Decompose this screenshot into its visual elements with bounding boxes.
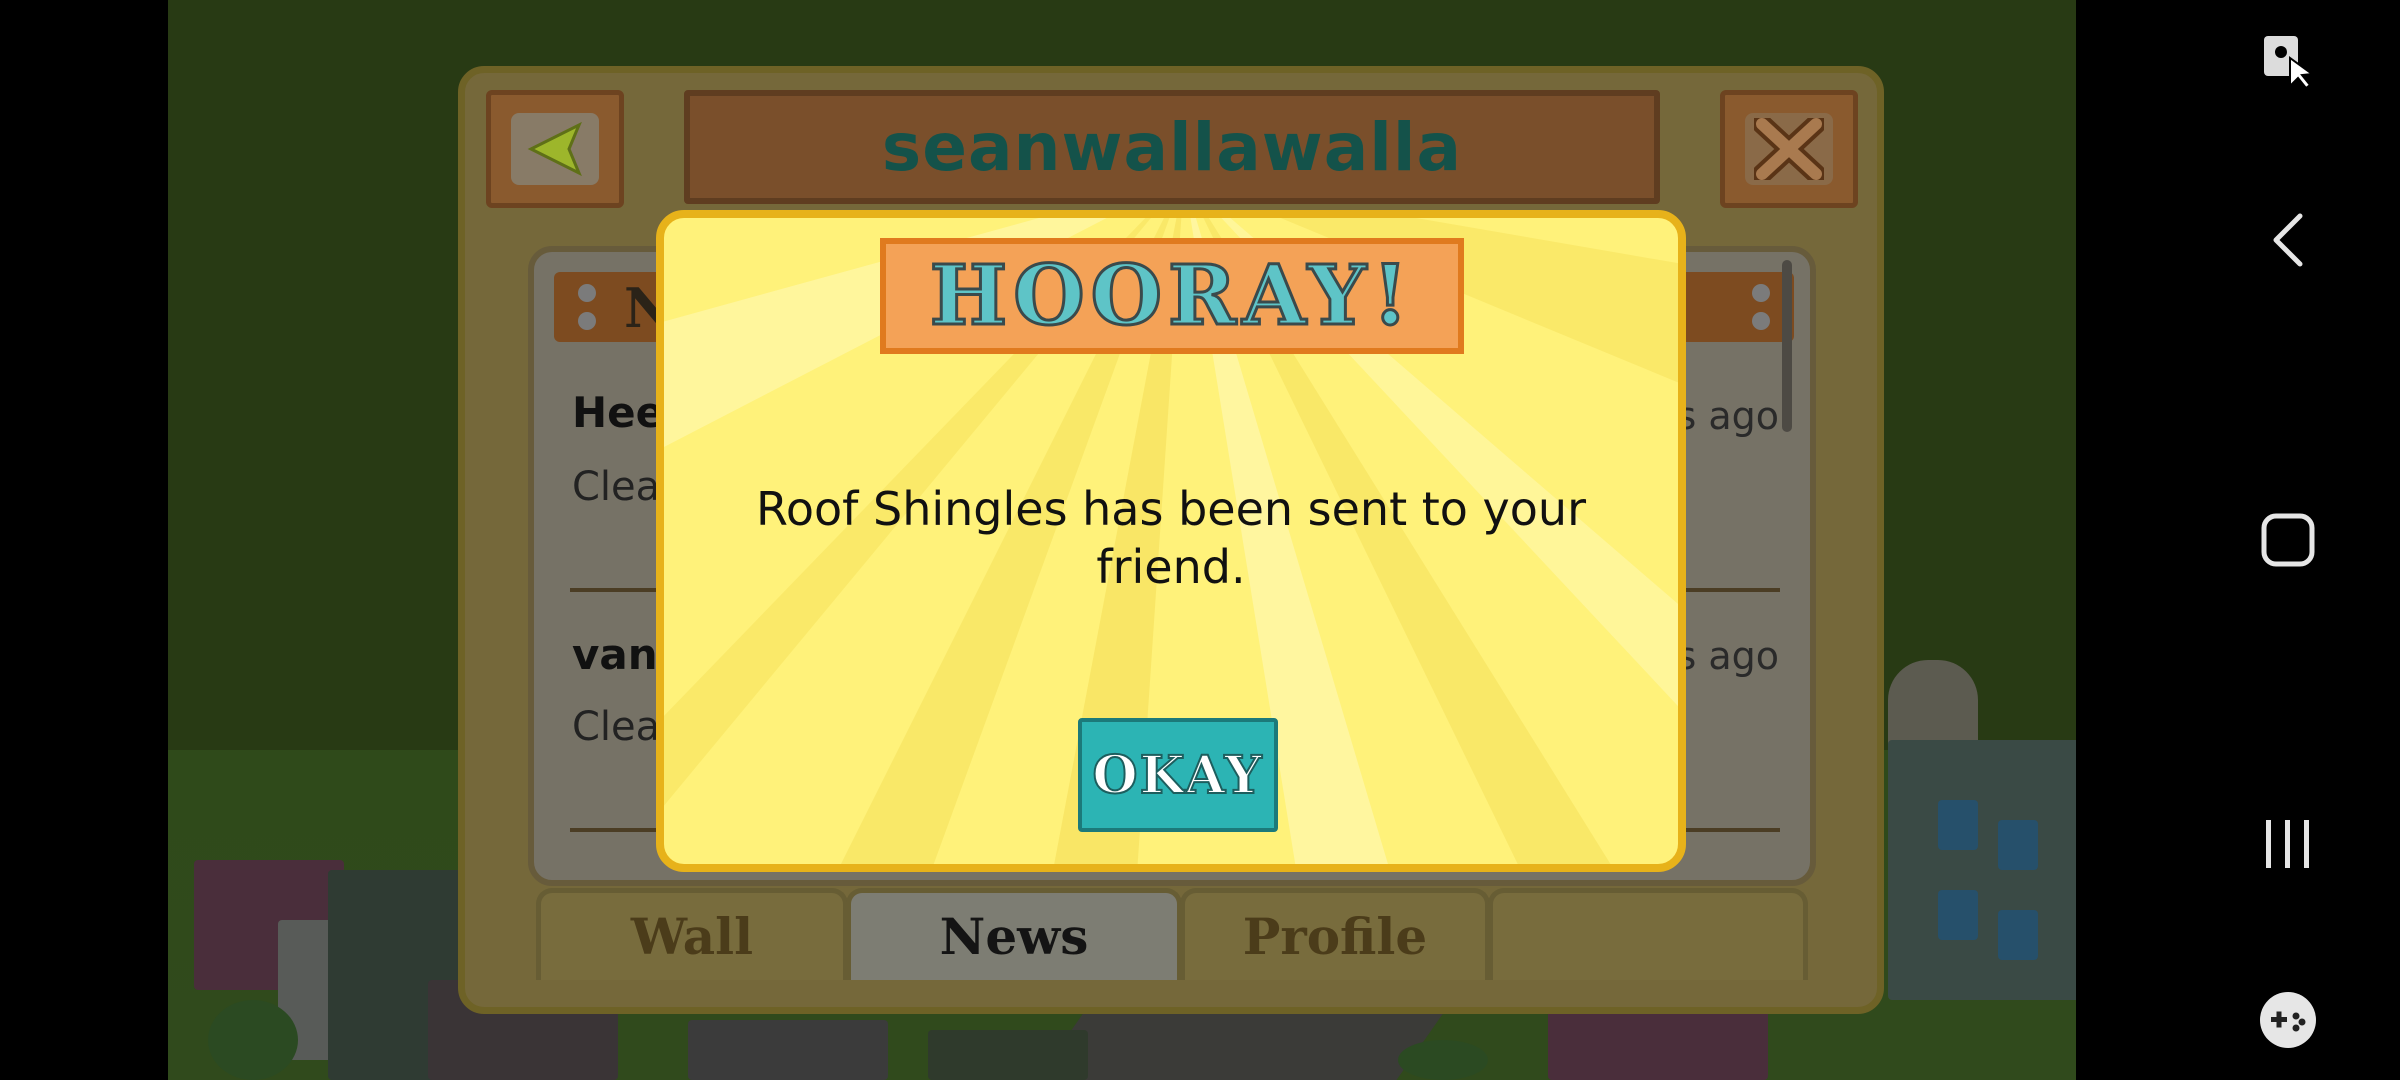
hooray-banner: HOORAY! xyxy=(880,238,1464,354)
back-icon[interactable] xyxy=(2176,200,2400,280)
friend-name-bar: seanwallawalla xyxy=(684,90,1660,204)
tab-empty[interactable] xyxy=(1488,888,1808,980)
left-arrow-icon xyxy=(511,113,599,185)
building-window xyxy=(1938,890,1978,940)
dialog-message: Roof Shingles has been sent to your frie… xyxy=(756,482,1586,594)
tab-profile[interactable]: Profile xyxy=(1180,888,1490,980)
feed-item-name: van xyxy=(572,630,658,679)
okay-button-label: OKAY xyxy=(1091,744,1264,807)
game-controller-icon[interactable] xyxy=(2176,980,2400,1060)
tab-wall[interactable]: Wall xyxy=(536,888,848,980)
bolt-icon xyxy=(578,284,596,302)
recents-icon[interactable] xyxy=(2176,804,2400,884)
tree xyxy=(1398,1040,1488,1080)
bolt-icon xyxy=(578,312,596,330)
building-window xyxy=(1998,820,2038,870)
okay-button[interactable]: OKAY xyxy=(1078,718,1278,832)
hooray-dialog: HOORAY! Roof Shingles has been sent to y… xyxy=(656,210,1686,872)
shop-building xyxy=(688,1020,888,1080)
shop-building xyxy=(928,1030,1088,1080)
building-window xyxy=(1938,800,1978,850)
feed-scrollbar[interactable] xyxy=(1782,260,1792,432)
back-button[interactable] xyxy=(486,90,624,208)
close-button[interactable] xyxy=(1720,90,1858,208)
bolt-icon xyxy=(1752,284,1770,302)
building-window xyxy=(1998,910,2038,960)
tree xyxy=(208,1000,298,1080)
office-building xyxy=(1888,740,2076,1000)
home-icon[interactable] xyxy=(2176,500,2400,580)
friend-name: seanwallawalla xyxy=(881,108,1463,186)
house-building xyxy=(1548,1010,1768,1080)
hooray-title: HOORAY! xyxy=(928,247,1415,346)
system-nav-bar xyxy=(2176,0,2400,1080)
bolt-icon xyxy=(1752,312,1770,330)
tab-news[interactable]: News xyxy=(846,888,1182,980)
screen-lock-icon[interactable] xyxy=(2176,20,2400,100)
close-x-icon xyxy=(1745,113,1833,185)
